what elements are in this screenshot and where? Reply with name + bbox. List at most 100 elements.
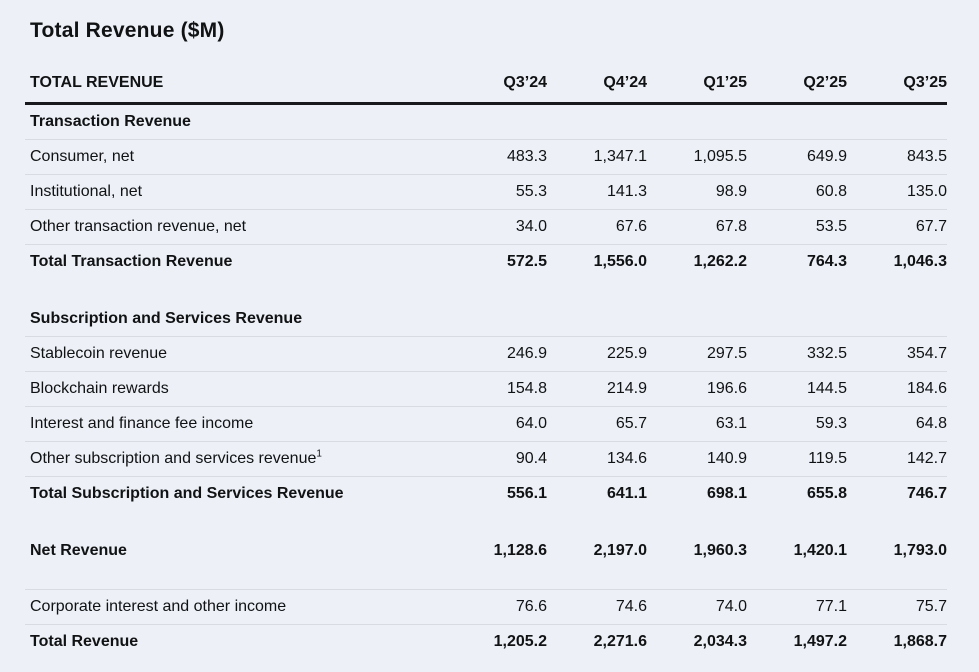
value-cell: 572.5 [447,245,547,280]
value-cell: 225.9 [547,337,647,372]
page: Total Revenue ($M) TOTAL REVENUE Q3’24 Q… [0,0,979,659]
spacer-cell [25,568,947,589]
spacer-row [25,279,947,302]
value-cell: 556.1 [447,477,547,512]
row-label: Total Subscription and Services Revenue [25,477,447,512]
column-header-row: TOTAL REVENUE Q3’24 Q4’24 Q1’25 Q2’25 Q3… [25,74,947,104]
table-row: Total Transaction Revenue572.51,556.01,2… [25,245,947,280]
column-header-q4-24: Q4’24 [547,74,647,104]
value-cell: 1,420.1 [747,534,847,568]
value-cell [547,302,647,337]
value-cell: 1,262.2 [647,245,747,280]
row-label: Net Revenue [25,534,447,568]
value-cell: 332.5 [747,337,847,372]
table-row: Blockchain rewards154.8214.9196.6144.518… [25,372,947,407]
value-cell: 144.5 [747,372,847,407]
value-cell: 483.3 [447,140,547,175]
row-label: Stablecoin revenue [25,337,447,372]
value-cell: 74.6 [547,589,647,624]
table-row: Corporate interest and other income76.67… [25,589,947,624]
value-cell: 75.7 [847,589,947,624]
value-cell [847,302,947,337]
row-label: Transaction Revenue [25,104,447,140]
value-cell: 246.9 [447,337,547,372]
table-row: Institutional, net55.3141.398.960.8135.0 [25,175,947,210]
value-cell: 142.7 [847,442,947,477]
value-cell: 1,497.2 [747,624,847,659]
value-cell: 67.6 [547,210,647,245]
value-cell [447,104,547,140]
value-cell: 135.0 [847,175,947,210]
value-cell: 119.5 [747,442,847,477]
value-cell: 2,197.0 [547,534,647,568]
row-label: Consumer, net [25,140,447,175]
value-cell: 843.5 [847,140,947,175]
value-cell: 641.1 [547,477,647,512]
row-label: Total Transaction Revenue [25,245,447,280]
value-cell: 67.8 [647,210,747,245]
value-cell: 74.0 [647,589,747,624]
value-cell: 2,271.6 [547,624,647,659]
value-cell: 1,095.5 [647,140,747,175]
spacer-row [25,568,947,589]
value-cell: 140.9 [647,442,747,477]
value-cell: 746.7 [847,477,947,512]
value-cell: 67.7 [847,210,947,245]
table-row: Stablecoin revenue246.9225.9297.5332.535… [25,337,947,372]
value-cell: 98.9 [647,175,747,210]
value-cell: 141.3 [547,175,647,210]
value-cell: 1,046.3 [847,245,947,280]
table-row: Other subscription and services revenue1… [25,442,947,477]
value-cell: 1,347.1 [547,140,647,175]
value-cell: 1,556.0 [547,245,647,280]
value-cell: 649.9 [747,140,847,175]
value-cell: 184.6 [847,372,947,407]
spacer-cell [25,279,947,302]
table-row: Net Revenue1,128.62,197.01,960.31,420.11… [25,534,947,568]
value-cell: 65.7 [547,407,647,442]
value-cell: 764.3 [747,245,847,280]
value-cell: 154.8 [447,372,547,407]
value-cell: 59.3 [747,407,847,442]
value-cell: 90.4 [447,442,547,477]
row-label: Interest and finance fee income [25,407,447,442]
row-label: Corporate interest and other income [25,589,447,624]
table-row: Total Revenue1,205.22,271.62,034.31,497.… [25,624,947,659]
value-cell: 76.6 [447,589,547,624]
value-cell [647,104,747,140]
value-cell: 64.8 [847,407,947,442]
value-cell: 214.9 [547,372,647,407]
footnote-marker: 1 [316,449,322,460]
row-label: Other subscription and services revenue1 [25,442,447,477]
revenue-table-head: TOTAL REVENUE Q3’24 Q4’24 Q1’25 Q2’25 Q3… [25,74,947,104]
value-cell: 655.8 [747,477,847,512]
value-cell: 698.1 [647,477,747,512]
table-row: Transaction Revenue [25,104,947,140]
value-cell: 354.7 [847,337,947,372]
value-cell: 34.0 [447,210,547,245]
value-cell [447,302,547,337]
table-row: Total Subscription and Services Revenue5… [25,477,947,512]
table-row: Subscription and Services Revenue [25,302,947,337]
page-title: Total Revenue ($M) [30,18,955,44]
value-cell: 196.6 [647,372,747,407]
value-cell: 60.8 [747,175,847,210]
row-label: Institutional, net [25,175,447,210]
row-label: Other transaction revenue, net [25,210,447,245]
value-cell: 297.5 [647,337,747,372]
value-cell: 77.1 [747,589,847,624]
table-row: Interest and finance fee income64.065.76… [25,407,947,442]
table-row: Other transaction revenue, net34.067.667… [25,210,947,245]
value-cell [847,104,947,140]
column-header-q2-25: Q2’25 [747,74,847,104]
row-label: Blockchain rewards [25,372,447,407]
value-cell: 63.1 [647,407,747,442]
value-cell: 2,034.3 [647,624,747,659]
value-cell [647,302,747,337]
value-cell [547,104,647,140]
spacer-row [25,511,947,534]
value-cell: 1,128.6 [447,534,547,568]
value-cell: 1,793.0 [847,534,947,568]
value-cell: 64.0 [447,407,547,442]
value-cell: 1,205.2 [447,624,547,659]
